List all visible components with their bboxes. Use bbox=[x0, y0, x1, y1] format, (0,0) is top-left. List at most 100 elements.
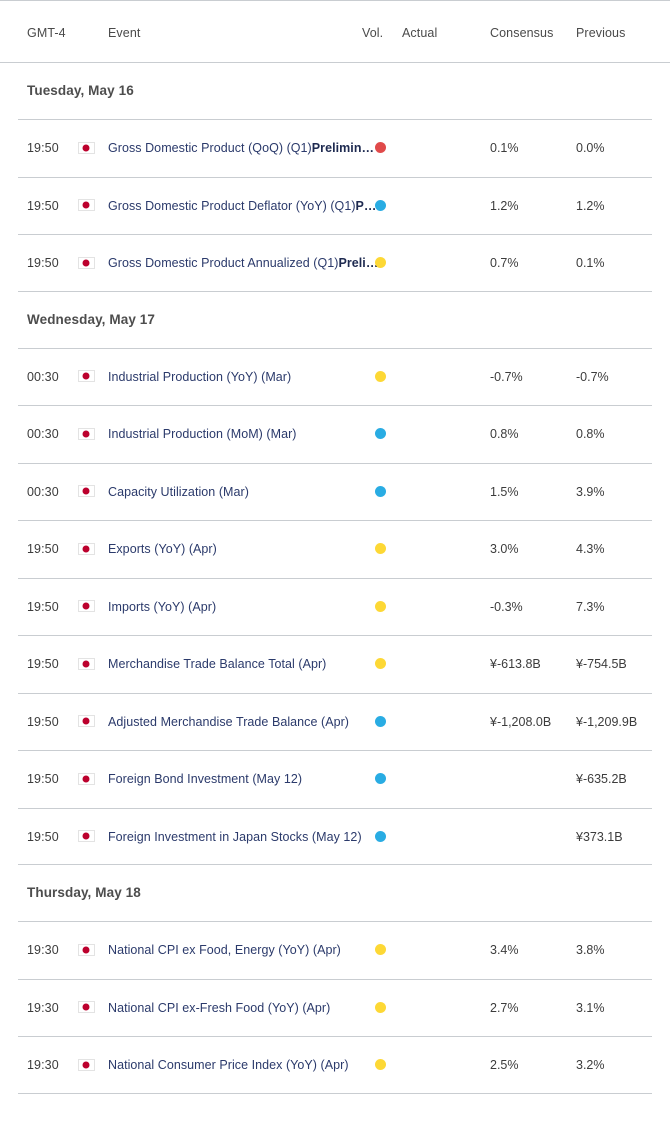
event-name-text: Gross Domestic Product Annualized (Q1) bbox=[108, 256, 339, 270]
volatility-low-icon bbox=[375, 257, 386, 269]
event-name-link[interactable]: Gross Domestic Product Deflator (YoY) (Q… bbox=[108, 199, 376, 213]
flag-japan-icon bbox=[77, 772, 95, 785]
volatility-medium-icon bbox=[375, 773, 386, 785]
event-name-cell[interactable]: National Consumer Price Index (YoY) (Apr… bbox=[108, 1037, 349, 1095]
volatility-high-icon bbox=[375, 142, 386, 154]
table-row[interactable]: 19:50 Adjusted Merchandise Trade Balance … bbox=[18, 692, 652, 752]
event-name-cell[interactable]: National CPI ex-Fresh Food (YoY) (Apr) bbox=[108, 980, 330, 1038]
table-row[interactable]: 19:50 Exports (YoY) (Apr) 3.0% 4.3% bbox=[18, 520, 652, 578]
calendar-day-group: Thursday, May 18 19:30 National CPI ex Foo… bbox=[0, 865, 670, 1094]
event-previous: 7.3% bbox=[576, 599, 605, 614]
event-name-link[interactable]: Foreign Bond Investment (May 12) bbox=[108, 772, 302, 786]
event-previous: ¥373.1B bbox=[576, 829, 623, 844]
table-row[interactable]: 19:50 Gross Domestic Product Deflator (Yo… bbox=[18, 176, 652, 236]
event-previous: 4.3% bbox=[576, 542, 605, 556]
flag-japan-icon bbox=[77, 141, 95, 154]
event-name-cell[interactable]: Imports (YoY) (Apr) bbox=[108, 579, 216, 637]
table-row[interactable]: 19:30 National CPI ex Food, Energy (YoY) … bbox=[18, 921, 652, 979]
event-name-link[interactable]: Merchandise Trade Balance Total (Apr) bbox=[108, 657, 326, 671]
country-flag-cell bbox=[76, 809, 96, 867]
day-event-rows: 19:50 Gross Domestic Product (QoQ) (Q1)Pr… bbox=[18, 119, 652, 292]
event-consensus: 1.2% bbox=[490, 198, 519, 213]
event-previous: 3.1% bbox=[576, 1000, 605, 1015]
table-row[interactable]: 19:50 Gross Domestic Product Annualized (… bbox=[18, 234, 652, 292]
event-name-link[interactable]: National CPI ex-Fresh Food (YoY) (Apr) bbox=[108, 1001, 330, 1015]
event-name-text: Foreign Bond Investment (May 12) bbox=[108, 772, 303, 786]
event-name-cell[interactable]: Capacity Utilization (Mar) bbox=[108, 464, 249, 522]
country-flag-cell bbox=[76, 636, 96, 694]
event-name-text: Gross Domestic Product (QoQ) (Q1) bbox=[108, 141, 312, 155]
table-row[interactable]: 19:30 National Consumer Price Index (YoY)… bbox=[18, 1036, 652, 1094]
event-previous: 3.9% bbox=[576, 484, 605, 499]
table-row[interactable]: 19:50 Foreign Bond Investment (May 12) ¥-6… bbox=[18, 750, 652, 808]
flag-japan-icon bbox=[77, 256, 95, 269]
flag-japan-icon bbox=[77, 657, 95, 670]
event-time: 19:50 bbox=[27, 141, 59, 155]
table-row[interactable]: 19:30 National CPI ex-Fresh Food (YoY) (A… bbox=[18, 978, 652, 1038]
event-name-suffix: Preli… bbox=[338, 256, 379, 270]
event-consensus: 3.4% bbox=[490, 943, 519, 957]
volatility-cell bbox=[375, 521, 403, 579]
volatility-cell bbox=[375, 579, 403, 637]
event-time: 00:30 bbox=[27, 484, 59, 499]
event-name-link[interactable]: Exports (YoY) (Apr) bbox=[108, 542, 217, 556]
country-flag-cell bbox=[76, 464, 96, 522]
column-header-consensus: Consensus bbox=[490, 26, 554, 40]
country-flag-cell bbox=[76, 235, 96, 293]
day-heading: Thursday, May 18 bbox=[27, 885, 141, 900]
event-name-cell[interactable]: Foreign Bond Investment (May 12) bbox=[108, 751, 302, 809]
table-row[interactable]: 19:50 Merchandise Trade Balance Total (Ap… bbox=[18, 635, 652, 693]
event-name-cell[interactable]: Exports (YoY) (Apr) bbox=[108, 521, 217, 579]
event-name-link[interactable]: Gross Domestic Product (QoQ) (Q1)Prelimi… bbox=[108, 141, 374, 155]
event-name-cell[interactable]: Adjusted Merchandise Trade Balance (Apr) bbox=[108, 694, 349, 752]
table-row[interactable]: 19:50 Imports (YoY) (Apr) -0.3% 7.3% bbox=[18, 577, 652, 637]
table-row[interactable]: 19:50 Gross Domestic Product (QoQ) (Q1)Pr… bbox=[18, 119, 652, 177]
table-row[interactable]: 00:30 Industrial Production (YoY) (Mar) -0… bbox=[18, 347, 652, 407]
event-name-link[interactable]: Adjusted Merchandise Trade Balance (Apr) bbox=[108, 715, 349, 729]
event-name-link[interactable]: Industrial Production (MoM) (Mar) bbox=[108, 427, 297, 441]
event-time: 19:50 bbox=[27, 772, 59, 786]
economic-calendar: GMT-4 Event Vol. Actual Consensus Previo… bbox=[0, 0, 670, 1094]
flag-japan-icon bbox=[77, 600, 95, 613]
event-time: 19:30 bbox=[27, 1000, 59, 1015]
event-name-cell[interactable]: Foreign Investment in Japan Stocks (May … bbox=[108, 809, 362, 867]
table-row[interactable]: 00:30 Capacity Utilization (Mar) 1.5% 3.9% bbox=[18, 462, 652, 522]
event-name-link[interactable]: Industrial Production (YoY) (Mar) bbox=[108, 370, 291, 384]
event-name-link[interactable]: Gross Domestic Product Annualized (Q1)Pr… bbox=[108, 256, 378, 270]
event-name-link[interactable]: National Consumer Price Index (YoY) (Apr… bbox=[108, 1058, 349, 1072]
event-previous: -0.7% bbox=[576, 369, 609, 384]
event-name-cell[interactable]: Gross Domestic Product Annualized (Q1)Pr… bbox=[108, 235, 378, 293]
event-name-cell[interactable]: Gross Domestic Product (QoQ) (Q1)Prelimi… bbox=[108, 120, 374, 178]
volatility-cell bbox=[375, 178, 403, 236]
event-name-text: Industrial Production (MoM) (Mar) bbox=[108, 427, 297, 441]
event-name-text: Imports (YoY) (Apr) bbox=[108, 599, 217, 614]
volatility-cell bbox=[375, 980, 403, 1038]
volatility-cell bbox=[375, 1037, 403, 1095]
volatility-low-icon bbox=[375, 1001, 386, 1013]
event-name-link[interactable]: Foreign Investment in Japan Stocks (May … bbox=[108, 830, 362, 844]
event-name-link[interactable]: Imports (YoY) (Apr) bbox=[108, 600, 216, 614]
table-row[interactable]: 19:50 Foreign Investment in Japan Stocks … bbox=[18, 807, 652, 867]
volatility-cell bbox=[375, 809, 403, 867]
event-name-suffix: Prelimin… bbox=[311, 141, 375, 155]
event-name-cell[interactable]: Merchandise Trade Balance Total (Apr) bbox=[108, 636, 326, 694]
event-name-link[interactable]: National CPI ex Food, Energy (YoY) (Apr) bbox=[108, 943, 341, 957]
event-name-link[interactable]: Capacity Utilization (Mar) bbox=[108, 485, 249, 499]
event-name-text: Industrial Production (YoY) (Mar) bbox=[108, 369, 292, 384]
event-name-cell[interactable]: National CPI ex Food, Energy (YoY) (Apr) bbox=[108, 922, 341, 980]
country-flag-cell bbox=[76, 120, 96, 178]
country-flag-cell bbox=[76, 521, 96, 579]
calendar-day-group: Wednesday, May 17 00:30 Industrial Product… bbox=[0, 292, 670, 867]
event-name-cell[interactable]: Industrial Production (YoY) (Mar) bbox=[108, 349, 291, 407]
table-row[interactable]: 00:30 Industrial Production (MoM) (Mar) 0.… bbox=[18, 405, 652, 463]
country-flag-cell bbox=[76, 178, 96, 236]
volatility-cell bbox=[375, 235, 403, 293]
event-name-cell[interactable]: Industrial Production (MoM) (Mar) bbox=[108, 406, 297, 464]
flag-japan-icon bbox=[77, 943, 95, 956]
volatility-cell bbox=[375, 120, 403, 178]
event-time: 19:50 bbox=[27, 198, 59, 213]
event-name-cell[interactable]: Gross Domestic Product Deflator (YoY) (Q… bbox=[108, 178, 376, 236]
event-time: 19:50 bbox=[27, 714, 59, 729]
event-consensus: 0.7% bbox=[490, 256, 519, 270]
country-flag-cell bbox=[76, 751, 96, 809]
